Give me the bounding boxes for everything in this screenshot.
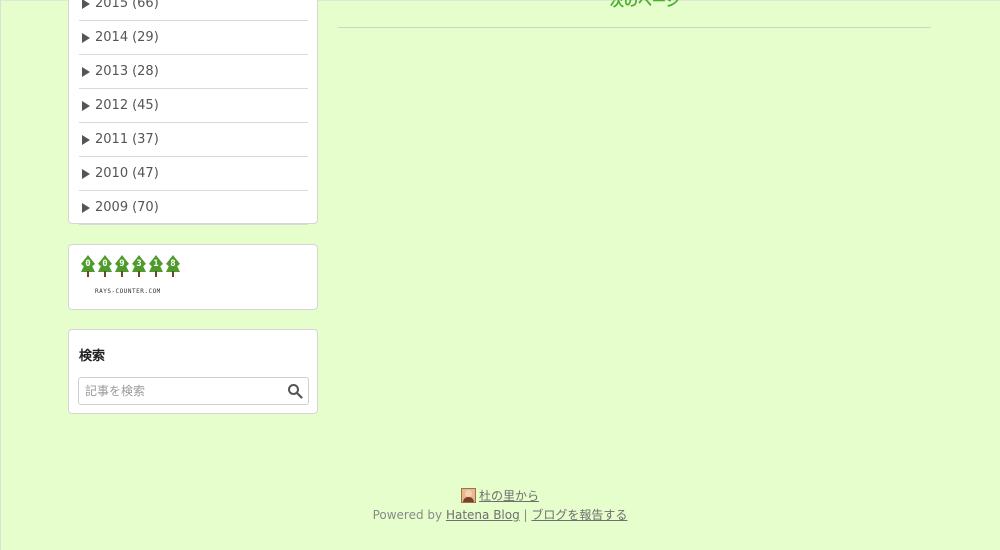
blog-avatar-icon[interactable] [460,487,476,503]
next-page-link[interactable]: 次のページ [610,0,680,11]
footer: 杜の里から Powered by Hatena Blog | ブログを報告する [0,486,1000,523]
counter-digit: 3 [136,259,142,269]
counter-digit: 1 [153,259,159,269]
archive-count: (70) [132,200,159,215]
search-module: 検索 [68,329,318,414]
search-module-title: 検索 [79,349,106,364]
archive-item-2015[interactable]: 2015 (66) [79,0,308,21]
footer-blog-line: 杜の里から [0,486,1000,504]
tree-digit-icon: 1 [148,255,164,277]
tree-trunk-icon [172,271,174,277]
tree-digit-icon: 0 [97,255,113,277]
tree-trunk-icon [87,271,89,277]
expand-triangle-icon[interactable] [82,32,90,43]
tree-trunk-icon [155,271,157,277]
archive-year[interactable]: 2013 [95,64,128,79]
archive-module: 2015 (66) 2014 (29) 2013 (28) 2012 (45) … [68,0,318,225]
counter-digit: 0 [85,259,91,269]
archive-year[interactable]: 2011 [95,132,128,147]
archive-item-2011[interactable]: 2011 (37) [79,123,308,157]
archive-list: 2015 (66) 2014 (29) 2013 (28) 2012 (45) … [79,0,308,225]
search-icon[interactable] [287,383,303,399]
archive-year[interactable]: 2010 [95,166,128,181]
counter-digit: 0 [102,259,108,269]
footer-separator: | [523,508,528,522]
main-divider [338,27,931,28]
expand-triangle-icon[interactable] [82,168,90,179]
counter-digit: 8 [170,259,176,269]
blog-title-link[interactable]: 杜の里から [479,487,539,504]
access-counter[interactable]: 0 0 9 3 1 8 [80,255,181,277]
footer-powered-line: Powered by Hatena Blog | ブログを報告する [0,506,1000,523]
expand-triangle-icon[interactable] [82,66,90,77]
archive-count: (29) [132,30,159,45]
archive-year[interactable]: 2014 [95,30,128,45]
archive-count: (28) [132,64,159,79]
tree-digit-icon: 0 [80,255,96,277]
archive-year[interactable]: 2012 [95,98,128,113]
powered-by-text: Powered by [372,508,443,522]
archive-item-2010[interactable]: 2010 (47) [79,157,308,191]
expand-triangle-icon[interactable] [82,0,90,9]
counter-brand-link[interactable]: RAYS-COUNTER.COM [95,288,161,295]
tree-digit-icon: 3 [131,255,147,277]
hatena-blog-link[interactable]: Hatena Blog [446,508,520,522]
archive-count: (47) [132,166,159,181]
tree-digit-icon: 8 [165,255,181,277]
archive-year[interactable]: 2009 [95,200,128,215]
archive-count: (66) [132,0,159,11]
tree-trunk-icon [121,271,123,277]
expand-triangle-icon[interactable] [82,202,90,213]
archive-year[interactable]: 2015 [95,0,128,11]
archive-item-2014[interactable]: 2014 (29) [79,21,308,55]
tree-trunk-icon [138,271,140,277]
tree-digit-icon: 9 [114,255,130,277]
access-counter-module: 0 0 9 3 1 8 RAYS-COUNTER.COM [68,244,318,310]
archive-item-2009[interactable]: 2009 (70) [79,191,308,225]
archive-item-2013[interactable]: 2013 (28) [79,55,308,89]
search-box [78,377,309,405]
archive-count: (37) [132,132,159,147]
expand-triangle-icon[interactable] [82,100,90,111]
report-blog-link[interactable]: ブログを報告する [531,508,627,522]
archive-item-2012[interactable]: 2012 (45) [79,89,308,123]
search-input[interactable] [79,378,291,404]
archive-count: (45) [132,98,159,113]
page-left-edge [0,0,1,550]
counter-digit: 9 [119,259,125,269]
expand-triangle-icon[interactable] [82,134,90,145]
tree-trunk-icon [104,271,106,277]
